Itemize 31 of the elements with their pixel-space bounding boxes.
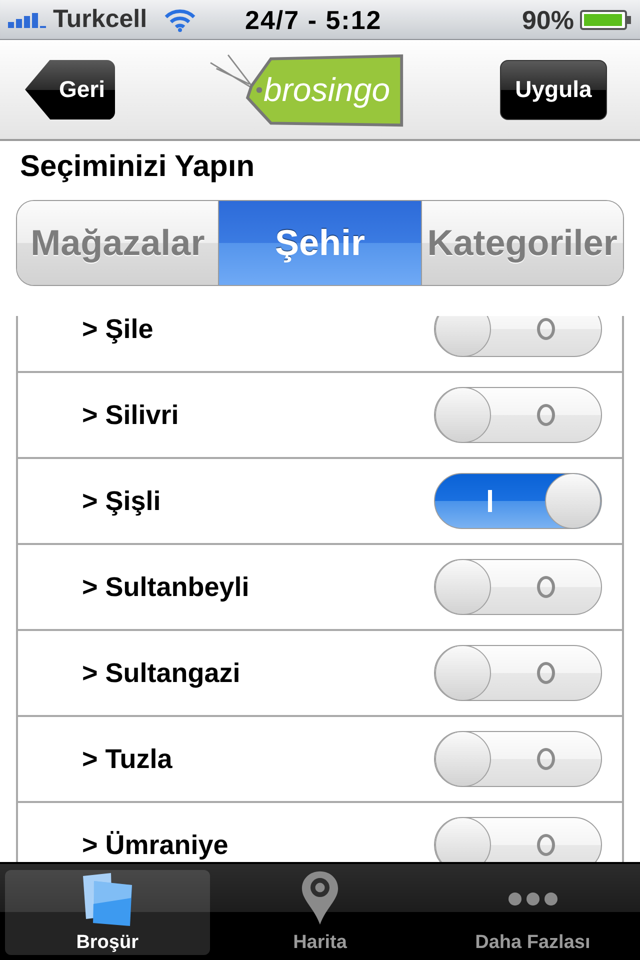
ring-icon bbox=[537, 834, 555, 856]
map-pin-icon bbox=[301, 870, 339, 926]
ring-icon bbox=[537, 318, 555, 340]
row-label: > Sultangazi bbox=[82, 660, 240, 686]
row-label: > Şile bbox=[82, 316, 154, 342]
battery-icon bbox=[580, 10, 632, 30]
row-label: > Sultanbeyli bbox=[82, 574, 250, 600]
more-dots-icon bbox=[508, 892, 558, 906]
ring-icon bbox=[537, 662, 555, 684]
toggle-switch[interactable] bbox=[434, 817, 602, 862]
clock-time: 24/7 - 5:12 bbox=[245, 6, 382, 32]
carrier-name: Turkcell bbox=[53, 7, 148, 32]
pages-icon bbox=[81, 872, 134, 926]
tab-button[interactable]: Harita bbox=[218, 870, 422, 955]
tab-button[interactable]: Daha Fazlası bbox=[430, 870, 636, 955]
signal-icon bbox=[8, 12, 48, 28]
wifi-icon bbox=[164, 8, 196, 32]
tab-button[interactable]: Broşür bbox=[5, 870, 210, 955]
ring-icon bbox=[537, 404, 555, 426]
row-label: > Tuzla bbox=[82, 746, 172, 772]
logo-text: brosingo bbox=[264, 73, 390, 106]
row-label: > Şişli bbox=[82, 488, 161, 514]
back-button[interactable]: Geri bbox=[25, 60, 115, 120]
toggle-switch[interactable] bbox=[434, 316, 602, 357]
battery-percent: 90% bbox=[522, 6, 574, 32]
ring-icon bbox=[537, 748, 555, 770]
apply-button[interactable]: Uygula bbox=[500, 60, 607, 120]
row-label: > Silivri bbox=[82, 402, 179, 428]
row-label: > Ümraniye bbox=[82, 832, 228, 858]
section-title: Seçiminizi Yapın bbox=[20, 151, 256, 183]
ring-icon bbox=[537, 576, 555, 598]
